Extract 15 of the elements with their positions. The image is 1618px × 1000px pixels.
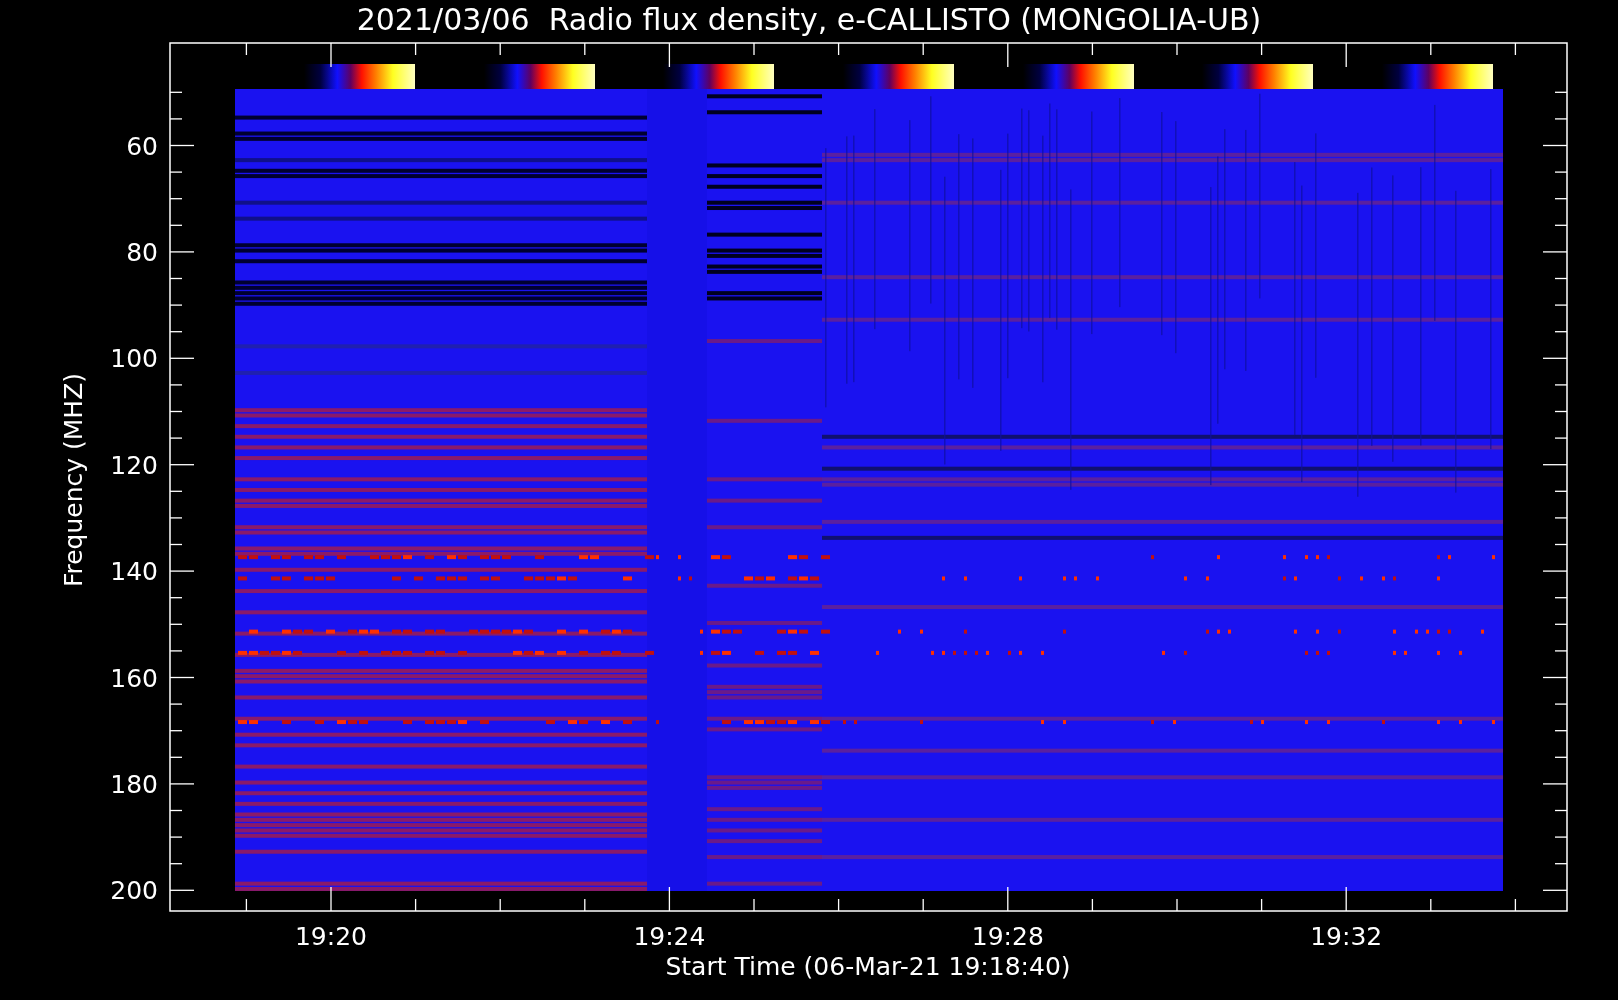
y-tick-label: 160 — [110, 663, 158, 693]
y-tick-label: 140 — [110, 557, 158, 587]
y-axis-label: Frequency (MHZ) — [59, 372, 88, 588]
x-tick-label: 19:28 — [971, 922, 1044, 951]
x-tick-label: 19:24 — [633, 922, 706, 951]
y-tick-label: 100 — [110, 344, 158, 374]
chart-title: 2021/03/06 Radio flux density, e-CALLISTO (MONGOLIA-UB) — [356, 2, 1262, 37]
x-tick-label: 19:20 — [295, 922, 367, 951]
x-axis-label: Start Time (06-Mar-21 19:18:40) — [665, 952, 1071, 981]
y-tick-label: 180 — [110, 769, 158, 799]
y-tick-label: 120 — [110, 450, 158, 480]
x-tick-label: 19:32 — [1310, 922, 1383, 951]
y-tick-label: 60 — [126, 131, 158, 161]
y-tick-label: 200 — [110, 876, 158, 906]
y-tick-label: 80 — [126, 237, 158, 267]
